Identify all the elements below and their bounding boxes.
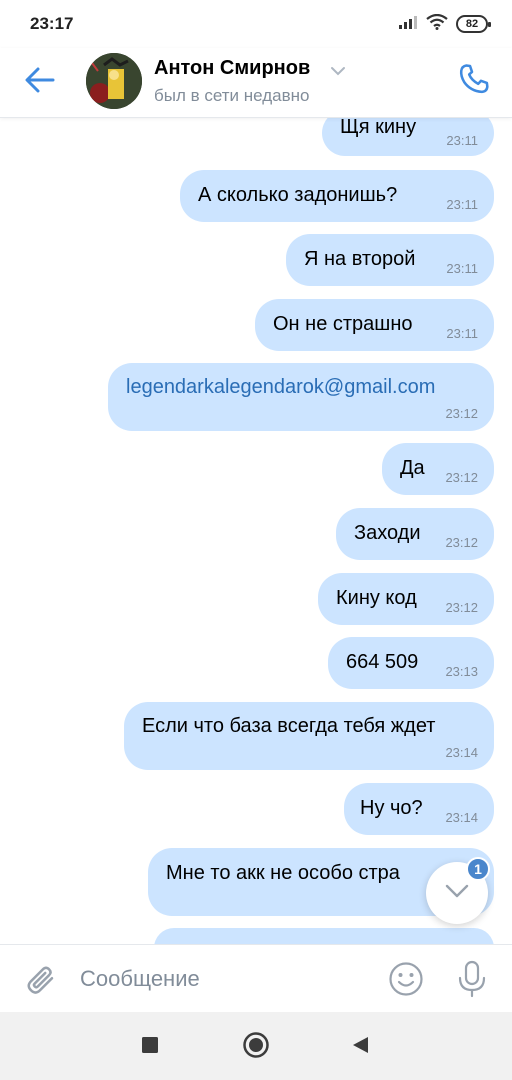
wifi-icon <box>426 13 448 35</box>
paperclip-icon <box>22 966 58 1001</box>
message-input[interactable] <box>80 961 360 997</box>
arrow-left-icon <box>25 67 55 98</box>
emoji-button[interactable] <box>388 961 424 997</box>
chevron-down-icon <box>444 883 470 904</box>
message-time: 23:14 <box>445 745 478 760</box>
signal-icon <box>398 14 418 35</box>
status-icons: 82 <box>398 13 491 35</box>
message-time: 23:12 <box>445 535 478 550</box>
recent-apps-button[interactable] <box>135 1032 165 1062</box>
message-link[interactable]: legendarkalegendarok@gmail.com <box>126 376 435 399</box>
microphone-icon <box>454 960 490 1003</box>
square-icon <box>141 1036 159 1059</box>
chat-header: Антон Смирнов был в сети недавно <box>0 48 512 118</box>
message-bubble[interactable]: Я на второй 23:11 <box>286 234 494 286</box>
message-text: Если что база всегда тебя ждет <box>142 715 436 737</box>
message-bubble-partial[interactable] <box>154 928 494 944</box>
message-time: 23:12 <box>445 406 478 421</box>
message-time: 23:11 <box>446 261 478 276</box>
message-bubble[interactable]: 664 509 23:13 <box>328 637 494 689</box>
message-text: А сколько задонишь? <box>198 184 398 206</box>
attach-button[interactable] <box>22 961 58 997</box>
message-bubble[interactable]: Ну чо? 23:14 <box>344 783 494 835</box>
triangle-back-icon <box>350 1035 370 1060</box>
message-composer <box>0 944 512 1012</box>
call-button[interactable] <box>454 61 494 101</box>
message-time: 23:11 <box>446 197 478 212</box>
message-bubble[interactable]: Если что база всегда тебя ждет 23:14 <box>124 702 494 770</box>
circle-icon <box>242 1031 270 1064</box>
home-button[interactable] <box>241 1031 271 1064</box>
message-time: 23:11 <box>446 326 478 341</box>
phone-icon <box>457 62 491 101</box>
message-text: Кину код <box>336 587 417 609</box>
message-text: Щя кину <box>340 118 417 138</box>
message-text: Мне то акк не особо стра <box>166 862 400 884</box>
message-time: 23:11 <box>446 133 478 148</box>
message-text: Да <box>400 457 425 479</box>
back-nav-button[interactable] <box>345 1032 375 1062</box>
smile-icon <box>388 962 424 1001</box>
status-bar: 23:17 82 <box>0 0 512 48</box>
message-bubble[interactable]: Да 23:12 <box>382 443 494 495</box>
message-time: 23:14 <box>445 810 478 825</box>
contact-name[interactable]: Антон Смирнов <box>154 57 310 80</box>
battery-indicator: 82 <box>456 15 491 33</box>
message-bubble[interactable]: legendarkalegendarok@gmail.com 23:12 <box>108 363 494 431</box>
status-time: 23:17 <box>30 14 74 33</box>
avatar[interactable] <box>86 53 142 109</box>
back-button[interactable] <box>22 64 58 100</box>
message-text: Ну чо? <box>360 797 423 819</box>
message-bubble[interactable]: Кину код 23:12 <box>318 573 494 625</box>
message-bubble[interactable]: Он не страшно 23:11 <box>255 299 494 351</box>
message-bubble[interactable]: Заходи 23:12 <box>336 508 494 560</box>
message-text: Я на второй <box>304 248 416 270</box>
message-time: 23:12 <box>445 470 478 485</box>
message-bubble[interactable]: Щя кину 23:11 <box>322 118 494 156</box>
message-list[interactable]: Щя кину 23:11 А сколько задонишь? 23:11 … <box>0 118 512 944</box>
voice-message-button[interactable] <box>454 959 490 999</box>
chat-screen: 23:17 82 Антон Смирнов был в сети недавн… <box>0 0 512 1080</box>
message-text: Он не страшно <box>273 313 413 335</box>
contact-status: был в сети недавно <box>154 86 310 105</box>
message-time: 23:12 <box>445 600 478 615</box>
message-bubble[interactable]: А сколько задонишь? 23:11 <box>180 170 494 222</box>
message-text: 664 509 <box>346 651 419 673</box>
message-time: 23:13 <box>445 664 478 679</box>
unread-count-badge: 1 <box>466 857 490 881</box>
message-text: Заходи <box>354 522 421 544</box>
chevron-down-icon[interactable] <box>330 63 346 81</box>
system-navigation-bar <box>0 1012 512 1080</box>
